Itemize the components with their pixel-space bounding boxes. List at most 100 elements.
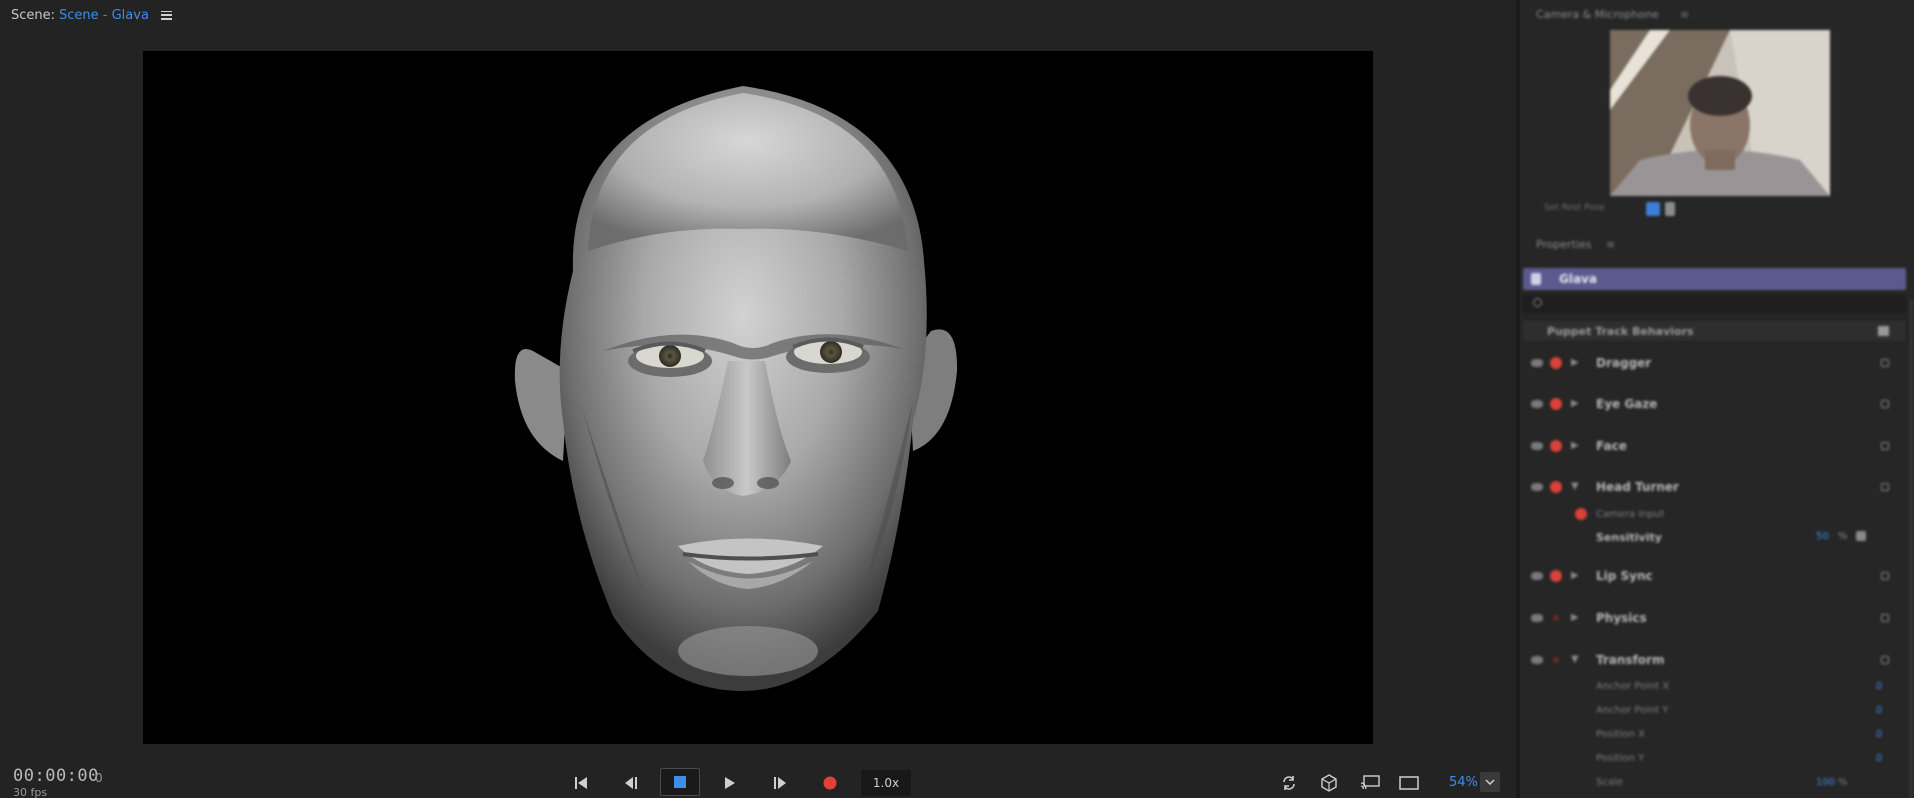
visibility-icon[interactable] — [1531, 359, 1543, 367]
visibility-icon[interactable] — [1531, 442, 1543, 450]
behavior-label: Transform — [1596, 653, 1665, 667]
options-icon[interactable] — [1881, 359, 1889, 367]
playback-speed[interactable]: 1.0x — [861, 770, 911, 796]
chevron-right-icon[interactable]: ▶ — [1571, 440, 1579, 451]
go-to-start-button[interactable] — [568, 770, 594, 796]
record-button[interactable] — [817, 770, 843, 796]
chevron-right-icon[interactable]: ▶ — [1571, 612, 1579, 623]
puppet-view-button[interactable] — [1316, 770, 1342, 796]
camera-input-label: Camera Input — [1596, 509, 1665, 520]
options-icon[interactable] — [1881, 572, 1889, 580]
param-value[interactable]: 100 — [1816, 777, 1835, 788]
stop-button[interactable] — [660, 768, 700, 796]
behavior-label: Physics — [1596, 611, 1647, 625]
param-value[interactable]: 0 — [1876, 705, 1882, 716]
refresh-icon — [1283, 776, 1295, 790]
add-behavior-icon[interactable] — [1878, 326, 1889, 336]
record-arm-icon[interactable] — [1550, 440, 1562, 452]
chevron-right-icon[interactable]: ▶ — [1571, 570, 1579, 581]
scene-name[interactable]: Scene - Glava — [59, 8, 149, 23]
param-label: Position Y — [1596, 753, 1645, 764]
selected-puppet-name: Glava — [1559, 272, 1597, 286]
properties-search[interactable] — [1523, 295, 1906, 313]
scene-panel: Scene: Scene - Glava 00:00:00 0 30 fps 1… — [0, 0, 1516, 798]
behavior-row[interactable]: ▶ Eye Gaze — [1520, 394, 1914, 416]
behavior-label: Head Turner — [1596, 480, 1679, 494]
record-arm-icon[interactable] — [1550, 357, 1562, 369]
microphone-icon[interactable] — [1665, 202, 1675, 216]
step-forward-icon — [774, 777, 786, 789]
chevron-down-icon — [1485, 779, 1495, 785]
behavior-label: Eye Gaze — [1596, 397, 1658, 411]
chevron-right-icon[interactable]: ▶ — [1571, 398, 1579, 409]
chevron-down-icon[interactable]: ▼ — [1571, 481, 1579, 492]
puppet-icon — [1531, 273, 1541, 285]
chevron-down-icon[interactable]: ▼ — [1571, 654, 1579, 665]
param-value[interactable]: 0 — [1876, 753, 1882, 764]
timecode[interactable]: 00:00:00 — [13, 766, 99, 786]
keyframe-icon[interactable] — [1856, 531, 1866, 541]
behavior-label: Face — [1596, 439, 1627, 453]
fit-to-window-button[interactable] — [1396, 770, 1422, 796]
camera-input-arm-icon[interactable] — [1575, 508, 1587, 520]
camera-panel-title: Camera & Microphone — [1536, 8, 1659, 21]
record-arm-icon[interactable] — [1553, 615, 1559, 621]
visibility-icon[interactable] — [1531, 400, 1543, 408]
scene-header: Scene: Scene - Glava — [11, 6, 172, 24]
panel-menu-icon[interactable]: ≡ — [1606, 238, 1615, 251]
options-icon[interactable] — [1881, 656, 1889, 664]
play-button[interactable] — [717, 770, 743, 796]
options-icon[interactable] — [1881, 483, 1889, 491]
step-forward-button[interactable] — [767, 770, 793, 796]
behaviors-header[interactable]: Puppet Track Behaviors — [1523, 321, 1906, 341]
sensitivity-value[interactable]: 50 — [1816, 531, 1829, 542]
scene-stage[interactable] — [143, 51, 1373, 744]
chevron-right-icon[interactable]: ▶ — [1571, 357, 1579, 368]
sensitivity-label: Sensitivity — [1596, 531, 1662, 544]
frame-number: 0 — [95, 771, 103, 785]
properties-panel-title: Properties — [1536, 238, 1592, 251]
record-arm-icon[interactable] — [1550, 481, 1562, 493]
behavior-row[interactable]: ▼ Head Turner — [1520, 477, 1914, 499]
zoom-dropdown[interactable] — [1480, 772, 1500, 792]
param-label: Position X — [1596, 729, 1645, 740]
options-icon[interactable] — [1881, 614, 1889, 622]
behavior-row[interactable]: ▶ Physics — [1520, 608, 1914, 630]
step-back-button[interactable] — [618, 770, 644, 796]
visibility-icon[interactable] — [1531, 572, 1543, 580]
step-back-icon — [625, 777, 637, 789]
selected-puppet-bar[interactable]: Glava — [1523, 268, 1906, 290]
puppet-head-render — [514, 86, 958, 691]
zoom-level[interactable]: 54% — [1449, 775, 1478, 790]
param-label: Anchor Point Y — [1596, 705, 1669, 716]
stream-button[interactable] — [1357, 770, 1383, 796]
param-value[interactable]: 0 — [1876, 681, 1882, 692]
param-label: Scale — [1596, 777, 1623, 788]
record-arm-icon[interactable] — [1553, 657, 1559, 663]
camera-toolbar: Set Rest Pose — [1520, 199, 1914, 221]
options-icon[interactable] — [1881, 400, 1889, 408]
sensitivity-unit: % — [1838, 531, 1848, 542]
record-arm-icon[interactable] — [1550, 570, 1562, 582]
record-arm-icon[interactable] — [1550, 398, 1562, 410]
skip-start-icon — [575, 777, 587, 789]
behavior-row[interactable]: ▼ Transform — [1520, 650, 1914, 672]
loop-button[interactable] — [1276, 770, 1302, 796]
visibility-icon[interactable] — [1531, 483, 1543, 491]
hamburger-menu-icon[interactable] — [160, 10, 172, 20]
behavior-row[interactable]: ▶ Face — [1520, 436, 1914, 458]
close-icon[interactable]: ≡ — [1680, 8, 1689, 21]
cast-icon — [1360, 775, 1380, 790]
param-label: Anchor Point X — [1596, 681, 1670, 692]
camera-toggle-icon[interactable] — [1646, 202, 1660, 216]
puppet-cube-icon — [1321, 774, 1337, 792]
visibility-icon[interactable] — [1531, 614, 1543, 622]
scrollbar[interactable] — [1909, 300, 1913, 798]
options-icon[interactable] — [1881, 442, 1889, 450]
behavior-row[interactable]: ▶ Dragger — [1520, 353, 1914, 375]
visibility-icon[interactable] — [1531, 656, 1543, 664]
stop-icon — [674, 776, 686, 788]
set-rest-pose-label[interactable]: Set Rest Pose — [1544, 203, 1605, 213]
param-value[interactable]: 0 — [1876, 729, 1882, 740]
behavior-row[interactable]: ▶ Lip Sync — [1520, 566, 1914, 588]
